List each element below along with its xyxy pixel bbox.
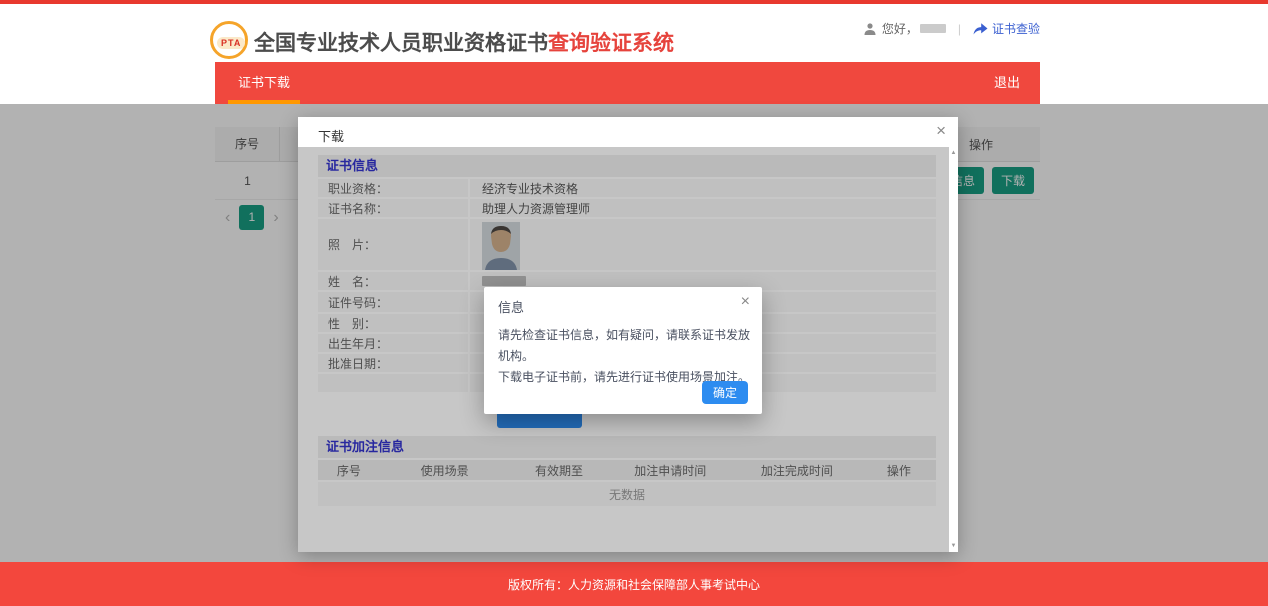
modal-scrollbar[interactable]: ▲ ▼	[949, 147, 958, 552]
site-header: PTA 全国专业技术人员职业资格证书查询验证系统 您好， | 证书查验	[0, 4, 1268, 62]
ok-button[interactable]: 确定	[702, 381, 748, 404]
info-modal-body: 请先检查证书信息，如有疑问，请联系证书发放机构。 下载电子证书前，请先进行证书使…	[498, 325, 750, 388]
header-links: 您好， | 证书查验	[863, 20, 1040, 37]
info-line-1: 请先检查证书信息，如有疑问，请联系证书发放机构。	[498, 325, 750, 367]
cert-check-link[interactable]: 证书查验	[992, 20, 1040, 37]
scroll-down-icon[interactable]: ▼	[949, 543, 958, 549]
tab-cert-download[interactable]: 证书下载	[228, 62, 300, 104]
copyright-text: 版权所有：人力资源和社会保障部人事考试中心	[508, 576, 760, 593]
download-modal-close-icon[interactable]: ×	[936, 121, 946, 141]
scroll-up-icon[interactable]: ▲	[949, 150, 958, 156]
greeting-text: 您好，	[882, 20, 918, 37]
page-footer: 版权所有：人力资源和社会保障部人事考试中心	[0, 562, 1268, 606]
site-title: 全国专业技术人员职业资格证书查询验证系统	[254, 27, 674, 57]
pta-logo: PTA	[210, 21, 248, 59]
user-icon	[863, 22, 877, 36]
site-title-accent: 查询验证系统	[548, 32, 674, 55]
header-divider: |	[958, 22, 961, 36]
pta-logo-text: PTA	[217, 37, 245, 49]
share-arrow-icon	[973, 22, 988, 35]
download-modal-header: 下载 ×	[298, 117, 958, 147]
download-modal-title: 下载	[318, 126, 344, 145]
info-modal-title: 信息	[498, 297, 524, 316]
site-title-main: 全国专业技术人员职业资格证书	[254, 32, 548, 55]
redacted-username	[920, 24, 946, 33]
logout-button[interactable]: 退出	[994, 62, 1020, 104]
info-modal-close-icon[interactable]: ×	[741, 293, 750, 311]
main-nav: 证书下载 退出	[215, 62, 1040, 104]
info-modal: 信息 × 请先检查证书信息，如有疑问，请联系证书发放机构。 下载电子证书前，请先…	[484, 287, 762, 414]
